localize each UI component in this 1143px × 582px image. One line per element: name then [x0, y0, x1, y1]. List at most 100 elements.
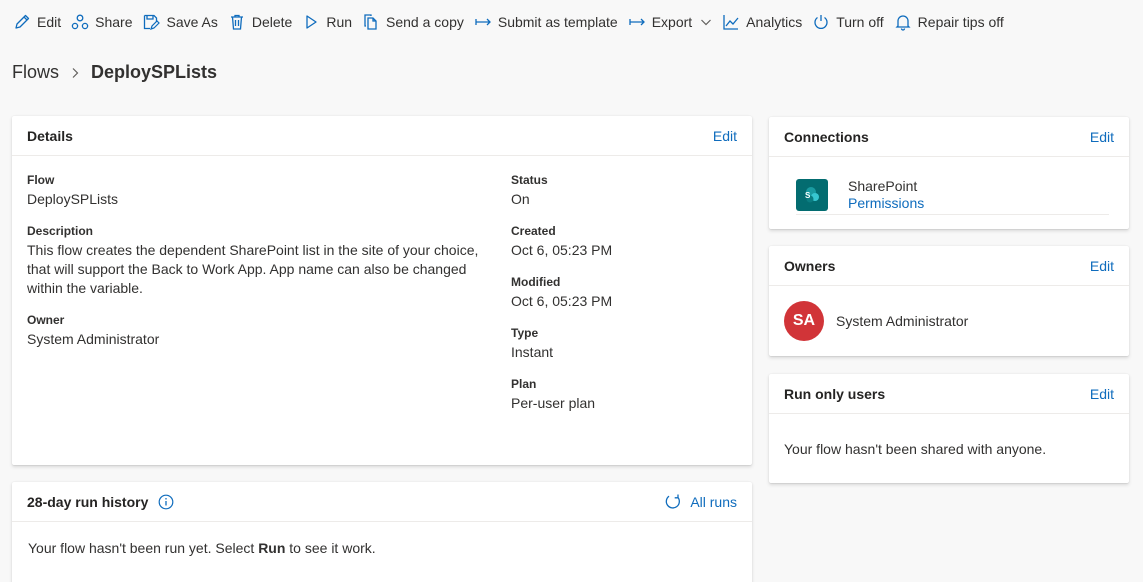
run-only-users-title: Run only users [784, 385, 886, 402]
description-value: This flow creates the dependent SharePoi… [27, 242, 479, 296]
info-icon[interactable] [158, 494, 174, 510]
connections-header: Connections Edit [769, 117, 1129, 157]
status-label: Status [511, 173, 548, 187]
export-button[interactable]: Export [625, 6, 719, 38]
analytics-button[interactable]: Analytics [719, 6, 809, 38]
plan-field: Plan Per-user plan [511, 376, 731, 413]
share-label: Share [95, 14, 133, 30]
type-value: Instant [511, 344, 554, 360]
all-runs-link[interactable]: All runs [664, 493, 737, 511]
submit-template-button[interactable]: Submit as template [471, 6, 625, 38]
connection-permissions-link[interactable]: Permissions [848, 195, 924, 212]
run-history-message-pre: Your flow hasn't been run yet. Select [28, 540, 259, 556]
status-value: On [511, 191, 530, 207]
details-edit-link[interactable]: Edit [713, 128, 737, 144]
save-as-icon [144, 14, 161, 30]
connection-name: SharePoint [848, 177, 918, 194]
share-icon [71, 14, 89, 30]
edit-button[interactable]: Edit [10, 6, 68, 38]
submit-template-label: Submit as template [497, 14, 618, 30]
export-label: Export [651, 14, 693, 30]
connections-edit-link[interactable]: Edit [1090, 129, 1114, 145]
owners-header: Owners Edit [769, 246, 1129, 286]
arrow-both-icon [475, 18, 491, 26]
run-only-users-message: Your flow hasn't been shared with anyone… [784, 441, 1047, 457]
analytics-icon [723, 15, 739, 30]
details-title: Details [27, 127, 73, 144]
type-label: Type [511, 326, 539, 340]
run-history-title: 28-day run history [27, 493, 149, 510]
created-field: Created Oct 6, 05:23 PM [511, 223, 731, 260]
breadcrumb-flows[interactable]: Flows [12, 62, 59, 83]
details-header: Details Edit [12, 116, 752, 156]
sharepoint-logo-icon: S [796, 178, 828, 211]
edit-label: Edit [37, 14, 62, 30]
modified-value: Oct 6, 05:23 PM [511, 293, 613, 309]
run-history-title-wrap: 28-day run history [27, 494, 174, 510]
created-value: Oct 6, 05:23 PM [511, 242, 613, 258]
modified-field: Modified Oct 6, 05:23 PM [511, 274, 731, 311]
repair-tips-label: Repair tips off [917, 14, 1004, 30]
repair-tips-button[interactable]: Repair tips off [891, 6, 1011, 38]
created-label: Created [511, 224, 556, 238]
run-history-message-post: to see it work. [285, 540, 376, 556]
owners-card: Owners Edit SA System Administrator [769, 246, 1129, 356]
export-icon [629, 18, 645, 26]
owner-field: Owner System Administrator [27, 312, 487, 349]
connections-title: Connections [784, 128, 869, 145]
type-field: Type Instant [511, 325, 731, 362]
send-copy-button[interactable]: Send a copy [359, 6, 471, 38]
run-only-users-edit-link[interactable]: Edit [1090, 386, 1114, 402]
run-history-message-bold: Run [258, 540, 286, 556]
flow-field: Flow DeploySPLists [27, 172, 487, 209]
copy-icon [364, 14, 377, 30]
details-left-column: Flow DeploySPLists Description This flow… [27, 172, 487, 363]
status-field: Status On [511, 172, 731, 209]
all-runs-label: All runs [690, 493, 737, 510]
trash-icon [230, 14, 243, 30]
power-icon [814, 15, 828, 29]
save-as-label: Save As [166, 14, 218, 30]
run-history-header: 28-day run history All runs [12, 482, 752, 522]
flow-label: Flow [27, 173, 55, 187]
run-only-users-card: Run only users Edit Your flow hasn't bee… [769, 374, 1129, 483]
bell-icon [895, 15, 911, 31]
chevron-right-icon [69, 67, 81, 79]
owner-name: System Administrator [836, 313, 969, 329]
connection-item: S SharePoint Permissions [796, 177, 1109, 215]
plan-value: Per-user plan [511, 395, 596, 411]
description-label: Description [27, 224, 94, 238]
details-right-column: Status On Created Oct 6, 05:23 PM Modifi… [511, 172, 731, 427]
share-button[interactable]: Share [68, 6, 139, 38]
command-bar: Edit Share Save As Delete Run Send a cop… [0, 0, 1143, 44]
plan-label: Plan [511, 377, 537, 391]
turn-off-label: Turn off [836, 14, 884, 30]
delete-button[interactable]: Delete [225, 6, 299, 38]
save-as-button[interactable]: Save As [139, 6, 224, 38]
owner-label: Owner [27, 313, 65, 327]
page-title: DeploySPLists [91, 62, 218, 82]
flow-value: DeploySPLists [27, 191, 119, 207]
owners-edit-link[interactable]: Edit [1090, 258, 1114, 274]
owners-title: Owners [784, 257, 836, 274]
run-history-message: Your flow hasn't been run yet. Select Ru… [28, 540, 376, 556]
refresh-icon [666, 494, 681, 509]
pencil-icon [15, 14, 30, 29]
turn-off-button[interactable]: Turn off [809, 6, 890, 38]
run-button[interactable]: Run [299, 6, 359, 38]
description-field: Description This flow creates the depend… [27, 223, 487, 298]
run-only-users-header: Run only users Edit [769, 374, 1129, 414]
breadcrumb: Flows DeploySPLists [12, 62, 217, 83]
chevron-down-icon [701, 19, 712, 26]
owner-item: SA System Administrator [784, 301, 968, 341]
avatar: SA [784, 301, 824, 341]
run-history-card: 28-day run history All runs Your flow ha… [12, 482, 752, 582]
play-icon [306, 15, 317, 29]
details-card: Details Edit Flow DeploySPLists Descript… [12, 116, 752, 465]
owner-value: System Administrator [27, 331, 160, 347]
send-copy-label: Send a copy [386, 14, 464, 30]
modified-label: Modified [511, 275, 561, 289]
connections-card: Connections Edit S SharePoint Permission… [769, 117, 1129, 229]
svg-text:S: S [805, 191, 811, 200]
connection-text: SharePoint Permissions [848, 178, 924, 212]
